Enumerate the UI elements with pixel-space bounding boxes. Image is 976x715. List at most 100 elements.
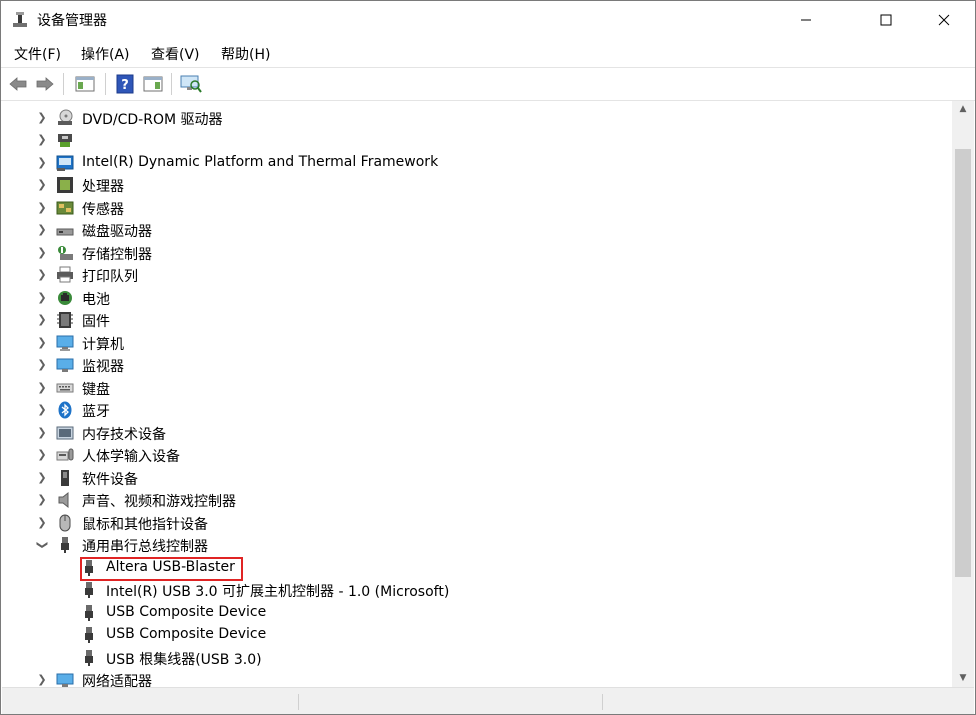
chevron-right-icon[interactable]: ❯ bbox=[36, 492, 48, 508]
software-device-icon bbox=[61, 470, 69, 486]
maximize-icon bbox=[880, 14, 892, 26]
chevron-right-icon[interactable]: ❯ bbox=[36, 425, 48, 441]
minimize-icon bbox=[801, 19, 811, 21]
tree-node-computer[interactable]: ❯ 计算机 bbox=[2, 332, 942, 354]
tree-node-memory-technology-devices[interactable]: ❯ 内存技术设备 bbox=[2, 422, 942, 444]
chevron-right-icon[interactable]: ❯ bbox=[36, 110, 48, 126]
tree-node-label: USB 根集线器(USB 3.0) bbox=[106, 652, 262, 668]
usb-device-icon bbox=[85, 605, 93, 621]
tree-node-usb-composite-device[interactable]: USB Composite Device bbox=[2, 624, 942, 646]
close-button[interactable] bbox=[921, 1, 967, 39]
tree-node-software-devices[interactable]: ❯ 软件设备 bbox=[2, 467, 942, 489]
tree-node-keyboards[interactable]: ❯ 键盘 bbox=[2, 377, 942, 399]
chevron-right-icon[interactable]: ❯ bbox=[36, 132, 48, 148]
tree-node-usb-composite-device[interactable]: USB Composite Device bbox=[2, 602, 942, 624]
highlight-annotation-box bbox=[80, 557, 243, 581]
console-tree-icon bbox=[75, 76, 95, 92]
tree-node-network-adapters[interactable]: ❯ 网络适配器 bbox=[2, 669, 942, 687]
tree-node-label: 键盘 bbox=[82, 382, 110, 398]
scroll-down-arrow-icon[interactable]: ▼ bbox=[952, 670, 974, 687]
forward-button[interactable] bbox=[33, 72, 57, 96]
tree-node-label: 蓝牙 bbox=[82, 404, 110, 420]
tree-node-sensors[interactable]: ❯ 传感器 bbox=[2, 197, 942, 219]
tree-node-disk-drives[interactable]: ❯ 磁盘驱动器 bbox=[2, 219, 942, 241]
tree-node-intel-dptf[interactable]: ❯ Intel(R) Dynamic Platform and Thermal … bbox=[2, 152, 942, 174]
tree-node-label: 人体学输入设备 bbox=[82, 449, 180, 465]
back-button[interactable] bbox=[6, 72, 30, 96]
vertical-scroll-thumb[interactable] bbox=[955, 149, 971, 577]
usb-icon bbox=[61, 537, 69, 553]
maximize-button[interactable] bbox=[863, 1, 909, 39]
menu-bar: 文件(F) 操作(A) 查看(V) 帮助(H) bbox=[1, 39, 975, 67]
chevron-right-icon[interactable]: ❯ bbox=[36, 380, 48, 396]
tree-node-print-queues[interactable]: ❯ 打印队列 bbox=[2, 264, 942, 286]
chevron-right-icon[interactable]: ❯ bbox=[36, 222, 48, 238]
title-bar[interactable]: 设备管理器 bbox=[1, 1, 975, 39]
monitor-icon bbox=[56, 358, 74, 372]
keyboard-icon bbox=[56, 383, 74, 393]
chevron-right-icon[interactable]: ❯ bbox=[36, 335, 48, 351]
status-bar bbox=[2, 687, 974, 714]
tree-node-human-interface-devices[interactable]: ❯ 人体学输入设备 bbox=[2, 444, 942, 466]
tree-node-usb-root-hub[interactable]: USB 根集线器(USB 3.0) bbox=[2, 647, 942, 669]
tree-node-processors[interactable]: ❯ 处理器 bbox=[2, 174, 942, 196]
minimize-button[interactable] bbox=[783, 1, 829, 39]
chevron-right-icon[interactable]: ❯ bbox=[36, 672, 48, 687]
tree-node-firmware[interactable]: ❯ 固件 bbox=[2, 309, 942, 331]
scan-hardware-button[interactable] bbox=[179, 72, 203, 96]
properties-button[interactable] bbox=[141, 72, 165, 96]
device-tree: ❯ DVD/CD-ROM 驱动器 ❯ ❯ Intel(R) Dynamic Pl… bbox=[2, 101, 950, 687]
tree-node-label: 声音、视频和游戏控制器 bbox=[82, 494, 236, 510]
tree-node-label: 计算机 bbox=[82, 337, 124, 353]
tree-node-label: USB Composite Device bbox=[106, 604, 267, 620]
tree-node-label: 软件设备 bbox=[82, 472, 138, 488]
tree-node-intel-usb3-host-controller[interactable]: Intel(R) USB 3.0 可扩展主机控制器 - 1.0 (Microso… bbox=[2, 579, 942, 601]
tree-node-sound-video-game-controllers[interactable]: ❯ 声音、视频和游戏控制器 bbox=[2, 489, 942, 511]
device-manager-app-icon bbox=[13, 12, 27, 27]
menu-help[interactable]: 帮助(H) bbox=[221, 44, 270, 64]
menu-action[interactable]: 操作(A) bbox=[81, 44, 130, 64]
sensor-icon bbox=[56, 201, 74, 215]
scroll-up-arrow-icon[interactable]: ▲ bbox=[952, 101, 974, 118]
tree-node-storage-controllers[interactable]: ❯ 存储控制器 bbox=[2, 242, 942, 264]
chevron-right-icon[interactable]: ❯ bbox=[36, 515, 48, 531]
chevron-right-icon[interactable]: ❯ bbox=[36, 312, 48, 328]
back-arrow-icon bbox=[9, 77, 27, 91]
chevron-right-icon[interactable]: ❯ bbox=[36, 357, 48, 373]
tree-node-usb-controllers[interactable]: ❯ 通用串行总线控制器 bbox=[2, 534, 942, 556]
tree-node-batteries[interactable]: ❯ 电池 bbox=[2, 287, 942, 309]
show-hide-console-tree-button[interactable] bbox=[73, 72, 97, 96]
speaker-icon bbox=[58, 491, 69, 509]
menu-view[interactable]: 查看(V) bbox=[151, 44, 200, 64]
svg-text:?: ? bbox=[121, 78, 129, 93]
tree-node-mice-pointing-devices[interactable]: ❯ 鼠标和其他指针设备 bbox=[2, 512, 942, 534]
tree-node-label: 处理器 bbox=[82, 179, 124, 195]
tree-node-monitors[interactable]: ❯ 监视器 bbox=[2, 354, 942, 376]
usb-device-icon bbox=[85, 627, 93, 643]
dvd-drive-icon bbox=[58, 109, 73, 125]
vertical-scrollbar[interactable]: ▲ ▼ bbox=[952, 101, 974, 687]
chevron-right-icon[interactable]: ❯ bbox=[36, 402, 48, 418]
chevron-right-icon[interactable]: ❯ bbox=[36, 177, 48, 193]
chevron-right-icon[interactable]: ❯ bbox=[36, 245, 48, 261]
chevron-down-icon[interactable]: ❯ bbox=[34, 539, 50, 551]
battery-icon bbox=[58, 291, 72, 305]
chevron-right-icon[interactable]: ❯ bbox=[36, 267, 48, 283]
tree-node-label: Intel(R) USB 3.0 可扩展主机控制器 - 1.0 (Microso… bbox=[106, 584, 450, 600]
chevron-right-icon[interactable]: ❯ bbox=[36, 155, 48, 171]
tree-node-unnamed-device[interactable]: ❯ bbox=[2, 129, 942, 151]
tree-node-label: 磁盘驱动器 bbox=[82, 224, 152, 240]
chevron-right-icon[interactable]: ❯ bbox=[36, 470, 48, 486]
tree-node-bluetooth[interactable]: ❯ 蓝牙 bbox=[2, 399, 942, 421]
help-icon: ? bbox=[116, 74, 134, 94]
menu-file[interactable]: 文件(F) bbox=[14, 44, 61, 64]
network-board-icon bbox=[58, 134, 72, 147]
bluetooth-icon bbox=[58, 401, 72, 419]
chevron-right-icon[interactable]: ❯ bbox=[36, 290, 48, 306]
toolbar: ? bbox=[1, 67, 975, 101]
help-button[interactable]: ? bbox=[113, 72, 137, 96]
chevron-right-icon[interactable]: ❯ bbox=[36, 447, 48, 463]
chevron-right-icon[interactable]: ❯ bbox=[36, 200, 48, 216]
firmware-icon bbox=[57, 312, 73, 328]
tree-node-dvd-cd-rom[interactable]: ❯ DVD/CD-ROM 驱动器 bbox=[2, 107, 942, 129]
